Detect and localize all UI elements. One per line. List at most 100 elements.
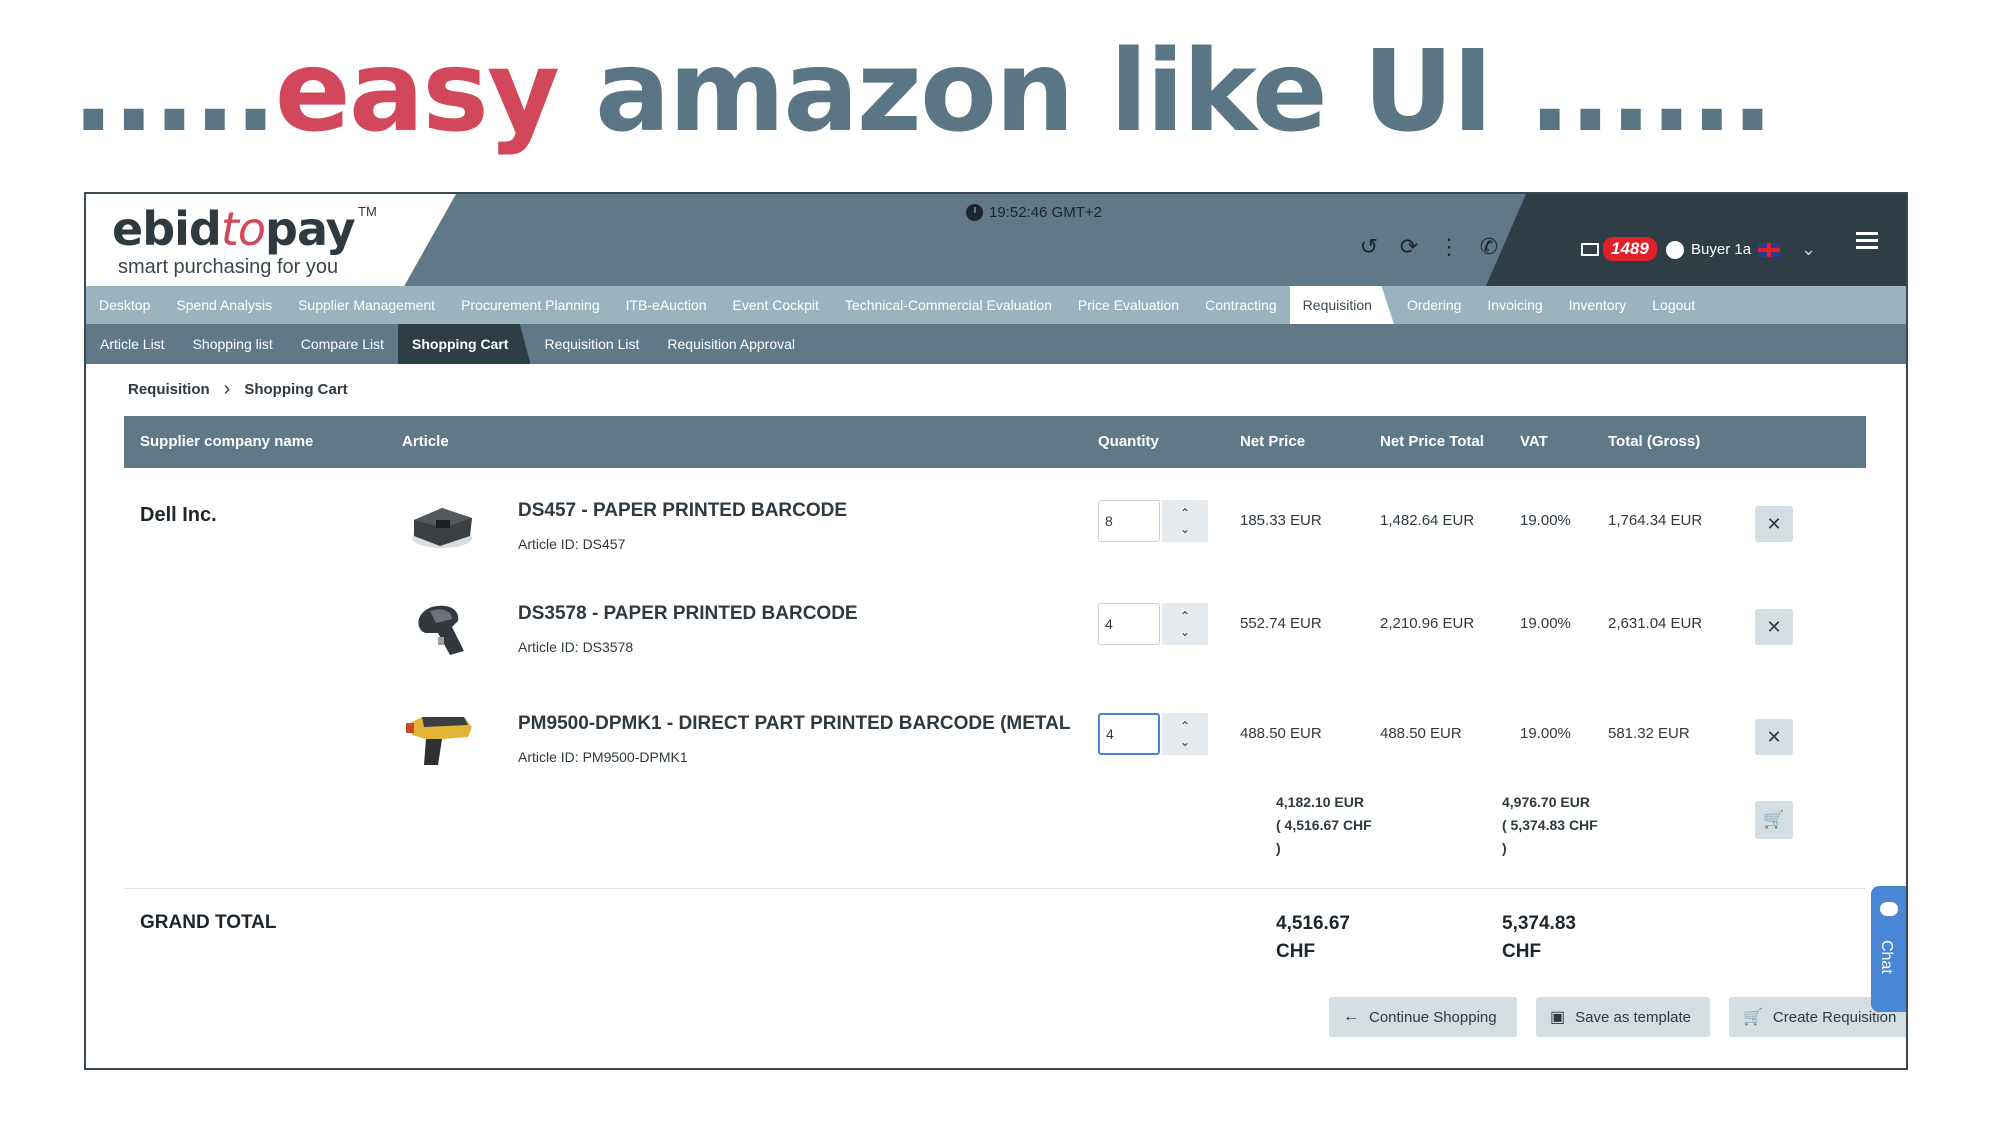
phone-icon[interactable]: ✆ [1476, 234, 1502, 260]
arrow-left-icon: ← [1343, 1008, 1359, 1025]
nav-supplier-management[interactable]: Supplier Management [285, 286, 448, 324]
nav-logout[interactable]: Logout [1639, 286, 1708, 324]
nav-event-cockpit[interactable]: Event Cockpit [720, 286, 832, 324]
remove-item-button[interactable]: ✕ [1755, 609, 1793, 645]
net-price-total: 2,210.96 EUR [1380, 615, 1475, 632]
table-row: PM9500-DPMK1 - DIRECT PART PRINTED BARCO… [124, 697, 1866, 797]
sub-nav: Article List Shopping list Compare List … [86, 324, 1906, 364]
header-article: Article [402, 433, 449, 450]
breadcrumb-current: Shopping Cart [244, 381, 348, 398]
chevron-down-icon[interactable]: ⌄ [1180, 624, 1190, 640]
quantity-spin-buttons[interactable]: ⌃ ⌄ [1162, 500, 1208, 542]
messages-count-badge: 1489 [1603, 237, 1657, 261]
chevron-up-icon[interactable]: ⌃ [1180, 718, 1190, 734]
nav-invoicing[interactable]: Invoicing [1474, 286, 1555, 324]
table-row: DS3578 - PAPER PRINTED BARCODE Article I… [124, 587, 1866, 687]
article-title[interactable]: PM9500-DPMK1 - DIRECT PART PRINTED BARCO… [518, 713, 1070, 735]
logo[interactable]: ebidtopay TM smart purchasing for you [86, 194, 456, 286]
grand-total-net: 4,516.67 CHF [1276, 913, 1350, 962]
user-menu[interactable]: Buyer 1a ⌄ [1666, 239, 1816, 260]
total-gross: 2,631.04 EUR [1608, 615, 1703, 632]
continue-shopping-label: Continue Shopping [1369, 1008, 1497, 1026]
logo-wordmark: ebidtopay [112, 202, 356, 256]
subnav-article-list[interactable]: Article List [86, 324, 179, 364]
nav-price-evaluation[interactable]: Price Evaluation [1065, 286, 1192, 324]
supplier-subtotal: 4,182.10 EUR ( 4,516.67 CHF ) 4,976.70 E… [124, 791, 1866, 871]
subnav-shopping-list[interactable]: Shopping list [179, 324, 287, 364]
messages-button[interactable]: 1489 [1581, 237, 1657, 261]
net-price: 185.33 EUR [1240, 512, 1322, 529]
header-vat: VAT [1520, 433, 1548, 450]
chat-tab[interactable]: Chat [1871, 886, 1906, 1012]
nav-ordering[interactable]: Ordering [1394, 286, 1474, 324]
continue-shopping-button[interactable]: ← Continue Shopping [1329, 997, 1517, 1037]
subnav-shopping-cart[interactable]: Shopping Cart [398, 324, 531, 364]
chevron-right-icon: › [223, 378, 231, 400]
hamburger-menu-icon[interactable] [1856, 232, 1878, 253]
close-icon: ✕ [1766, 514, 1782, 534]
chat-bubble-icon [1880, 902, 1898, 916]
quantity-input[interactable] [1098, 500, 1160, 542]
heading-rest: amazon like UI ...... [557, 27, 1774, 157]
nav-technical-commercial-evaluation[interactable]: Technical-Commercial Evaluation [832, 286, 1065, 324]
quantity-input[interactable] [1098, 713, 1160, 755]
subnav-requisition-approval[interactable]: Requisition Approval [653, 324, 809, 364]
supplier-cart-button[interactable]: 🛒 [1755, 801, 1793, 839]
toolbar-icons: ↺ ⟳ ⋮ ✆ [1356, 234, 1502, 260]
nav-spend-analysis[interactable]: Spend Analysis [163, 286, 285, 324]
nav-inventory[interactable]: Inventory [1556, 286, 1640, 324]
subnav-requisition-list[interactable]: Requisition List [530, 324, 653, 364]
chevron-up-icon[interactable]: ⌃ [1180, 608, 1190, 624]
cart-icon: 🛒 [1763, 810, 1785, 829]
clock-icon [966, 204, 983, 221]
save-as-template-button[interactable]: ▣ Save as template [1536, 997, 1710, 1037]
net-price: 488.50 EUR [1240, 725, 1322, 742]
breadcrumb: Requisition › Shopping Cart [128, 378, 348, 401]
total-gross: 581.32 EUR [1608, 725, 1690, 742]
back-icon[interactable]: ↺ [1356, 234, 1382, 260]
top-bar: ebidtopay TM smart purchasing for you 19… [86, 194, 1906, 286]
supplier-name: Dell Inc. [140, 504, 217, 526]
close-icon: ✕ [1766, 617, 1782, 637]
cart-table-header: Supplier company name Article Quantity N… [124, 416, 1866, 468]
chevron-down-icon[interactable]: ⌄ [1180, 521, 1190, 537]
vat-rate: 19.00% [1520, 725, 1571, 742]
header-net-price-total: Net Price Total [1380, 433, 1484, 450]
refresh-icon[interactable]: ⟳ [1396, 234, 1422, 260]
article-title[interactable]: DS3578 - PAPER PRINTED BARCODE [518, 603, 858, 625]
remove-item-button[interactable]: ✕ [1755, 506, 1793, 542]
breadcrumb-parent[interactable]: Requisition [128, 381, 210, 398]
quantity-stepper: ⌃ ⌄ [1098, 713, 1208, 755]
product-image[interactable] [402, 494, 482, 558]
quantity-spin-buttons[interactable]: ⌃ ⌄ [1162, 713, 1208, 755]
nav-itb-eauction[interactable]: ITB-eAuction [613, 286, 720, 324]
nav-desktop[interactable]: Desktop [86, 286, 163, 324]
more-options-icon[interactable]: ⋮ [1436, 234, 1462, 260]
nav-contracting[interactable]: Contracting [1192, 286, 1290, 324]
logo-tagline: smart purchasing for you [118, 256, 339, 278]
chevron-down-icon[interactable]: ⌄ [1801, 239, 1816, 260]
logo-trademark: TM [358, 204, 377, 219]
nav-procurement-planning[interactable]: Procurement Planning [448, 286, 613, 324]
product-image[interactable] [402, 707, 482, 771]
vat-rate: 19.00% [1520, 615, 1571, 632]
chevron-down-icon[interactable]: ⌄ [1180, 734, 1190, 750]
table-row: Dell Inc. DS457 - PAPER PRINTED BARCODE … [124, 484, 1866, 584]
server-clock: 19:52:46 GMT+2 [966, 204, 1102, 221]
remove-item-button[interactable]: ✕ [1755, 719, 1793, 755]
nav-requisition[interactable]: Requisition [1289, 286, 1394, 324]
grand-total-gross: 5,374.83 CHF [1502, 913, 1576, 962]
product-image[interactable] [402, 597, 482, 661]
chevron-up-icon[interactable]: ⌃ [1180, 505, 1190, 521]
subnav-compare-list[interactable]: Compare List [287, 324, 398, 364]
net-price-total: 1,482.64 EUR [1380, 512, 1475, 529]
user-icon [1666, 240, 1684, 259]
close-icon: ✕ [1766, 727, 1782, 747]
total-gross: 1,764.34 EUR [1608, 512, 1703, 529]
article-id: Article ID: PM9500-DPMK1 [518, 749, 688, 765]
quantity-spin-buttons[interactable]: ⌃ ⌄ [1162, 603, 1208, 645]
quantity-input[interactable] [1098, 603, 1160, 645]
main-nav: Desktop Spend Analysis Supplier Manageme… [86, 286, 1906, 324]
uk-flag-icon[interactable] [1758, 242, 1781, 257]
article-title[interactable]: DS457 - PAPER PRINTED BARCODE [518, 500, 847, 522]
